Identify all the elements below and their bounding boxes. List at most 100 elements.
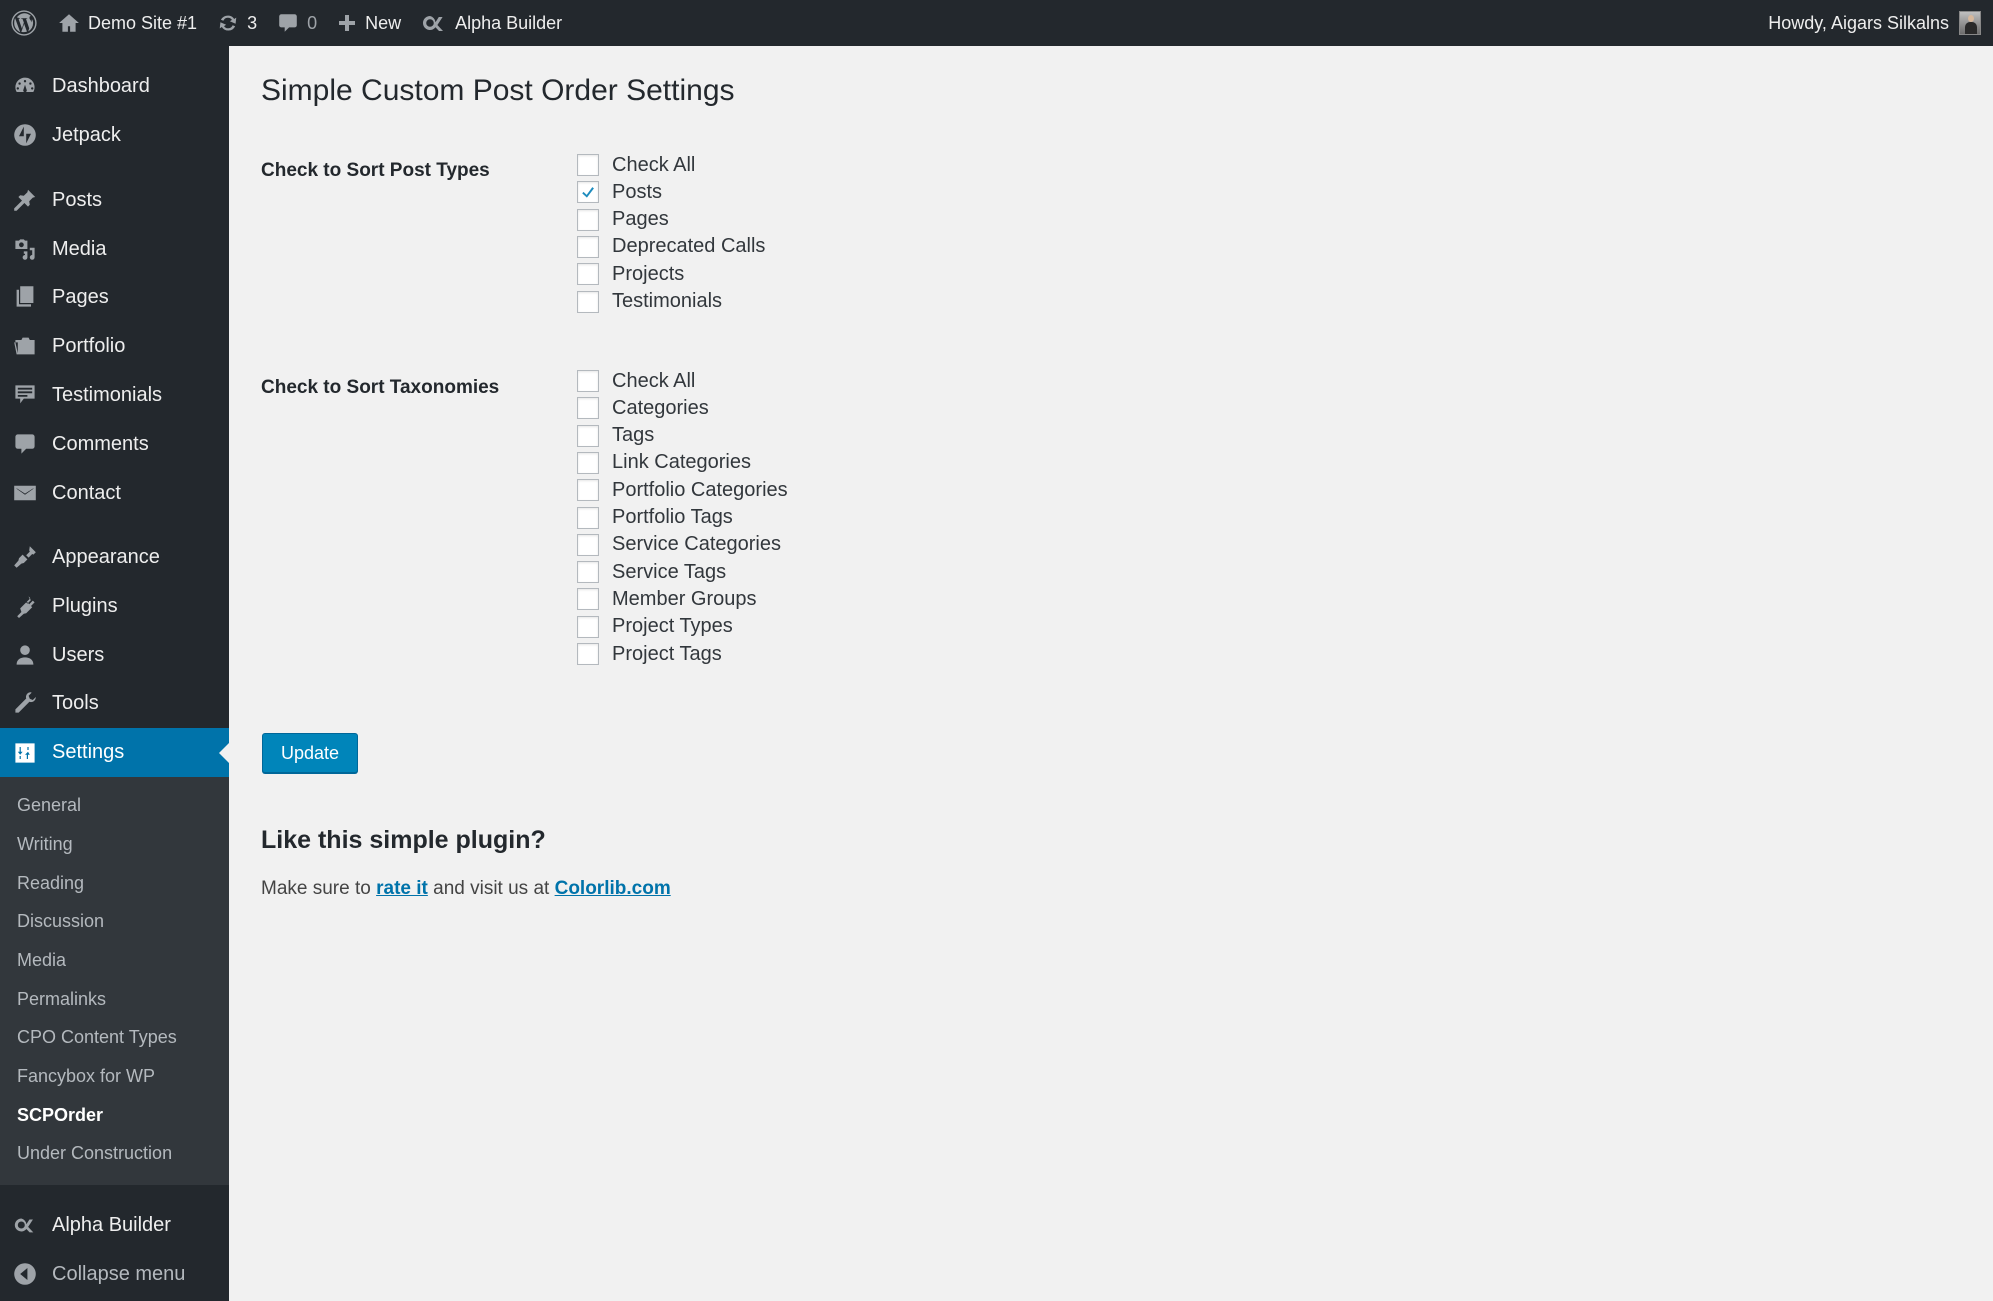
sidebar-item-jetpack[interactable]: Jetpack — [0, 112, 229, 158]
checkbox-label: Portfolio Tags — [612, 506, 733, 528]
site-name-link[interactable]: Demo Site #1 — [48, 0, 207, 46]
checkbox-label: Tags — [612, 424, 655, 447]
post-type-checkbox-row[interactable]: Deprecated Calls — [577, 235, 765, 259]
sidebar-item-media[interactable]: Media — [0, 226, 229, 272]
sidebar-item-label: Appearance — [52, 545, 160, 568]
checkbox[interactable] — [577, 263, 599, 286]
checkbox[interactable] — [577, 424, 599, 447]
checkbox[interactable] — [577, 588, 599, 611]
comments-link[interactable]: 0 — [267, 0, 327, 46]
submenu-item-media[interactable]: Media — [17, 950, 66, 971]
checkbox[interactable] — [577, 615, 599, 638]
collapse-icon — [14, 1263, 36, 1285]
post-type-checkbox-row[interactable]: Projects — [577, 262, 684, 286]
sidebar-item-appearance[interactable]: Appearance — [0, 534, 229, 580]
sidebar-item-users[interactable]: Users — [0, 632, 229, 678]
site-name: Demo Site #1 — [88, 12, 198, 33]
sidebar-item-comments[interactable]: Comments — [0, 421, 229, 467]
checkbox[interactable] — [577, 506, 599, 529]
checkbox[interactable] — [577, 290, 599, 313]
promo-text: Make sure to rate it and visit us at Col… — [261, 878, 671, 900]
admin-bar: Demo Site #1 3 0 New Alpha Builder Howdy… — [0, 0, 1993, 46]
checkbox-label: Member Groups — [612, 587, 757, 610]
sidebar-item-label: Portfolio — [52, 334, 126, 357]
taxonomy-checkbox-row[interactable]: Project Tags — [577, 642, 722, 666]
media-icon — [15, 239, 35, 260]
post-type-checkbox-row[interactable]: Testimonials — [577, 290, 722, 314]
checkbox[interactable] — [577, 370, 599, 392]
post-type-checkbox-row[interactable]: Check All — [577, 153, 695, 177]
sidebar-item-tools[interactable]: Tools — [0, 680, 229, 726]
taxonomy-checkbox-row[interactable]: Portfolio Tags — [577, 506, 733, 530]
plug-icon — [17, 596, 35, 618]
taxonomy-checkbox-row[interactable]: Service Tags — [577, 560, 726, 584]
taxonomy-checkbox-row[interactable]: Tags — [577, 424, 654, 448]
sidebar-item-settings[interactable]: Settings — [0, 728, 229, 777]
checkbox[interactable] — [577, 154, 599, 176]
checkbox[interactable] — [577, 451, 599, 474]
sidebar-item-plugins[interactable]: Plugins — [0, 583, 229, 629]
sidebar-item-alpha-builder[interactable]: Alpha Builder — [0, 1202, 229, 1248]
checkbox[interactable] — [577, 397, 599, 420]
collapse-menu-button[interactable]: Collapse menu — [0, 1251, 229, 1297]
my-account-link[interactable]: Howdy, Aigars Silkalns — [1768, 0, 1993, 46]
checkbox-label: Pages — [612, 208, 669, 231]
submenu-item-cpo-content-types[interactable]: CPO Content Types — [17, 1027, 177, 1048]
home-icon — [59, 14, 79, 32]
sidebar-item-contact[interactable]: Contact — [0, 470, 229, 516]
updates-link[interactable]: 3 — [207, 0, 267, 46]
taxonomy-checkbox-row[interactable]: Categories — [577, 396, 709, 420]
submenu-item-discussion[interactable]: Discussion — [17, 911, 104, 932]
brush-icon — [14, 546, 36, 568]
taxonomy-checkbox-row[interactable]: Check All — [577, 369, 695, 393]
update-button[interactable]: Update — [262, 733, 358, 773]
sidebar-item-label: Tools — [52, 691, 99, 714]
sidebar-item-label: Comments — [52, 432, 149, 455]
submenu-item-reading[interactable]: Reading — [17, 873, 84, 894]
taxonomy-checkbox-row[interactable]: Portfolio Categories — [577, 478, 788, 502]
checkbox[interactable] — [577, 561, 599, 584]
checkbox[interactable] — [577, 181, 599, 204]
wordpress-icon — [11, 10, 37, 36]
sidebar-item-posts[interactable]: Posts — [0, 177, 229, 223]
submenu-item-writing[interactable]: Writing — [17, 834, 73, 855]
checkbox-label: Projects — [612, 262, 685, 285]
wrench-icon — [15, 692, 36, 713]
checkbox-label: Check All — [612, 369, 696, 392]
checkbox[interactable] — [577, 208, 599, 231]
post-type-checkbox-row[interactable]: Posts — [577, 180, 662, 204]
sidebar-item-pages[interactable]: Pages — [0, 274, 229, 320]
main-content: Simple Custom Post Order Settings Check … — [229, 46, 1993, 1301]
checkbox-label: Portfolio Categories — [612, 478, 788, 501]
checkbox[interactable] — [577, 479, 599, 502]
sidebar-item-dashboard[interactable]: Dashboard — [0, 63, 229, 109]
rate-it-link[interactable]: rate it — [376, 878, 428, 899]
taxonomy-checkbox-row[interactable]: Service Categories — [577, 533, 781, 557]
comment-icon — [15, 434, 35, 454]
taxonomy-checkbox-row[interactable]: Member Groups — [577, 587, 757, 611]
checkbox[interactable] — [577, 235, 599, 258]
post-type-checkbox-row[interactable]: Pages — [577, 208, 669, 232]
comment-icon — [279, 14, 297, 32]
settings-icon — [15, 742, 35, 763]
sidebar-item-testimonials[interactable]: Testimonials — [0, 372, 229, 418]
submenu-item-general[interactable]: General — [17, 795, 81, 816]
folder-icon — [14, 337, 35, 355]
sidebar-item-label: Jetpack — [52, 123, 121, 146]
sidebar-item-label: Contact — [52, 481, 121, 504]
avatar — [1959, 11, 1981, 35]
checkbox[interactable] — [577, 533, 599, 556]
checkbox[interactable] — [577, 643, 599, 665]
taxonomy-checkbox-row[interactable]: Project Types — [577, 615, 733, 639]
submenu-item-scporder[interactable]: SCPOrder — [17, 1105, 103, 1126]
sidebar-item-portfolio[interactable]: Portfolio — [0, 323, 229, 369]
taxonomy-checkbox-row[interactable]: Link Categories — [577, 451, 751, 475]
submenu-item-permalinks[interactable]: Permalinks — [17, 989, 106, 1010]
colorlib-link[interactable]: Colorlib.com — [555, 878, 671, 899]
wordpress-logo-button[interactable] — [0, 0, 48, 46]
new-content-link[interactable]: New — [327, 0, 411, 46]
submenu-item-under-construction[interactable]: Under Construction — [17, 1143, 172, 1164]
alpha-builder-link[interactable]: Alpha Builder — [411, 0, 572, 46]
checkbox-label: Check All — [612, 153, 696, 176]
submenu-item-fancybox[interactable]: Fancybox for WP — [17, 1066, 155, 1087]
